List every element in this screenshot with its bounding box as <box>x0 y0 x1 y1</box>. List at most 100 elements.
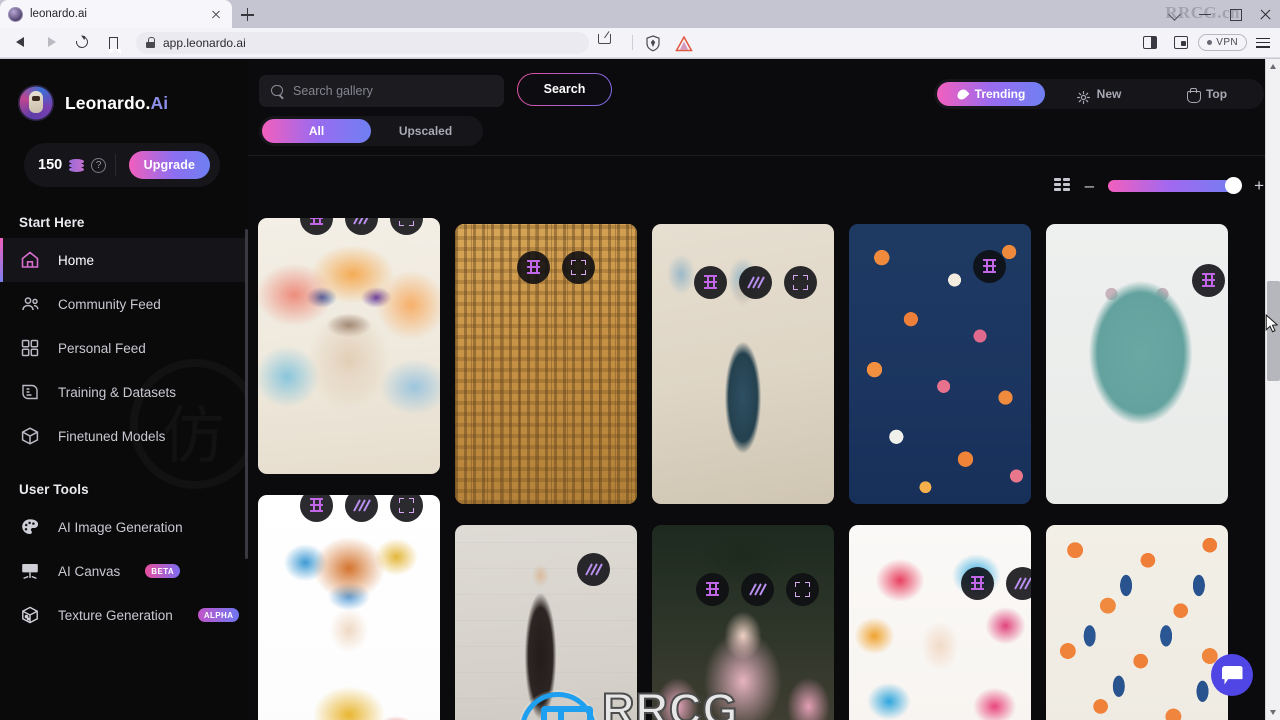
sidebar-item-label: Community Feed <box>58 296 161 312</box>
remix-icon[interactable] <box>696 573 729 606</box>
brave-shield-icon[interactable] <box>639 30 667 56</box>
remix-icon[interactable] <box>517 251 550 284</box>
address-bar[interactable]: app.leonardo.ai <box>136 31 589 54</box>
tab-top-label: Top <box>1205 87 1228 101</box>
share-icon[interactable] <box>598 30 626 56</box>
side-panel-icon[interactable] <box>1136 30 1164 56</box>
vpn-button[interactable]: VPN <box>1198 34 1248 51</box>
variation-icon[interactable] <box>345 495 378 522</box>
gallery-card-pink-haired-fantasy-woman[interactable] <box>652 525 834 720</box>
help-circle-icon[interactable]: ? <box>91 157 107 173</box>
chat-bubble-icon[interactable] <box>1211 654 1253 696</box>
search-placeholder: Search gallery <box>293 84 373 98</box>
gallery-card-orange-blue-flower-pattern[interactable] <box>1046 525 1228 720</box>
sidebar-item-personal-feed[interactable]: Personal Feed <box>0 326 248 370</box>
bookmark-icon[interactable] <box>99 30 127 56</box>
gallery-card-koala-riding-bicycle[interactable] <box>1046 224 1228 504</box>
upgrade-button[interactable]: Upgrade <box>128 151 210 179</box>
new-tab-button[interactable] <box>232 2 262 28</box>
gallery-card-watercolor-lion-with-sunglasses[interactable] <box>258 218 440 474</box>
gallery-card-girl-with-blue-glasses-colorful[interactable] <box>258 495 440 720</box>
sidebar-section-start-here: Start Here <box>19 215 85 230</box>
minimize-icon[interactable] <box>1190 0 1220 28</box>
scroll-down-arrow-icon[interactable] <box>1266 705 1280 720</box>
gallery-card-dark-haired-fantasy-character-sheet[interactable] <box>455 525 637 720</box>
easel-icon <box>19 560 41 582</box>
close-icon[interactable] <box>208 6 224 22</box>
sidebar-item-ai-canvas[interactable]: AI Canvas BETA <box>0 549 248 593</box>
sidebar-item-label: Texture Generation <box>58 607 173 623</box>
search-input[interactable]: Search gallery <box>259 75 504 107</box>
gallery-card-orange-floral-pattern[interactable] <box>849 224 1031 504</box>
search-button[interactable]: Search <box>517 73 612 106</box>
tab-new[interactable]: New <box>1045 82 1153 106</box>
chevron-down-icon[interactable] <box>1160 0 1190 28</box>
tab-new-label: New <box>1096 87 1122 101</box>
token-coins-icon <box>69 158 85 172</box>
brand-name-suffix: Ai <box>150 92 169 113</box>
tab-all[interactable]: All <box>262 119 371 143</box>
remix-icon[interactable] <box>300 218 333 235</box>
expand-icon[interactable] <box>562 251 595 284</box>
variation-icon[interactable] <box>345 218 378 235</box>
forward-arrow-icon[interactable] <box>37 30 65 56</box>
card-image <box>1046 525 1228 720</box>
page-scrollbar[interactable] <box>1265 59 1280 720</box>
sidebar-nav-start-here: Home Community Feed Personal Feed Traini… <box>0 238 248 458</box>
main-content: Search gallery Search All Upscaled Trend… <box>248 59 1280 720</box>
remix-icon[interactable] <box>300 495 333 522</box>
brave-leo-triangle-icon[interactable] <box>670 30 698 56</box>
sidebar-item-training-datasets[interactable]: Training & Datasets <box>0 370 248 414</box>
brand-name-text: Leonardo. <box>65 92 151 113</box>
scrollbar-thumb[interactable] <box>1267 281 1280 381</box>
palette-icon <box>19 516 41 538</box>
expand-icon[interactable] <box>784 266 817 299</box>
sidebar-item-label: AI Canvas <box>58 563 121 579</box>
filter-tabs: All Upscaled <box>259 116 483 146</box>
variation-icon[interactable] <box>577 553 610 586</box>
tab-trending[interactable]: Trending <box>937 82 1045 106</box>
sidebar-item-community-feed[interactable]: Community Feed <box>0 282 248 326</box>
grid-squares-icon <box>19 337 41 359</box>
sidebar-item-texture-generation[interactable]: Texture Generation ALPHA <box>0 593 248 637</box>
browser-tab[interactable]: leonardo.ai <box>0 0 232 28</box>
card-overlay-actions <box>694 266 817 299</box>
remix-icon[interactable] <box>1192 264 1225 297</box>
gallery-card-egyptian-hieroglyphics-wall[interactable] <box>455 224 637 504</box>
expand-icon[interactable] <box>390 218 423 235</box>
variation-icon[interactable] <box>739 266 772 299</box>
vpn-status-dot <box>1207 40 1213 45</box>
maximize-icon[interactable] <box>1220 0 1250 28</box>
expand-icon[interactable] <box>390 495 423 522</box>
variation-icon[interactable] <box>741 573 774 606</box>
scroll-up-arrow-icon[interactable] <box>1266 59 1280 74</box>
training-datasets-icon <box>19 381 41 403</box>
gallery-card-blue-haired-warrior-woman[interactable] <box>652 224 834 504</box>
tab-upscaled[interactable]: Upscaled <box>371 119 480 143</box>
back-arrow-icon[interactable] <box>6 30 34 56</box>
hamburger-menu-icon[interactable] <box>1250 30 1274 56</box>
gallery-card-rainbow-hair-portrait[interactable] <box>849 525 1031 720</box>
expand-icon[interactable] <box>786 573 819 606</box>
window-close-icon[interactable] <box>1250 0 1280 28</box>
sparkle-icon <box>1076 88 1090 104</box>
variation-icon[interactable] <box>1006 567 1031 600</box>
card-overlay-actions <box>696 573 819 606</box>
remix-icon[interactable] <box>973 250 1006 283</box>
reload-icon[interactable] <box>68 30 96 56</box>
remix-icon[interactable] <box>694 266 727 299</box>
sidebar-item-home[interactable]: Home <box>0 238 248 282</box>
sidebar-item-label: Training & Datasets <box>58 384 177 400</box>
tab-top[interactable]: Top <box>1153 82 1261 106</box>
remix-icon[interactable] <box>961 567 994 600</box>
sidebar-item-label: Personal Feed <box>58 340 146 356</box>
tab-strip: leonardo.ai RRCG.cn <box>0 0 1280 28</box>
sidebar-item-finetuned-models[interactable]: Finetuned Models <box>0 414 248 458</box>
sidebar-item-ai-image-generation[interactable]: AI Image Generation <box>0 505 248 549</box>
home-icon <box>19 249 41 271</box>
card-overlay-actions <box>300 218 423 235</box>
badge-beta: BETA <box>145 564 181 578</box>
brand[interactable]: Leonardo.Ai <box>0 59 248 121</box>
leonardo-favicon-icon <box>8 6 23 22</box>
wallet-icon[interactable] <box>1167 30 1195 56</box>
